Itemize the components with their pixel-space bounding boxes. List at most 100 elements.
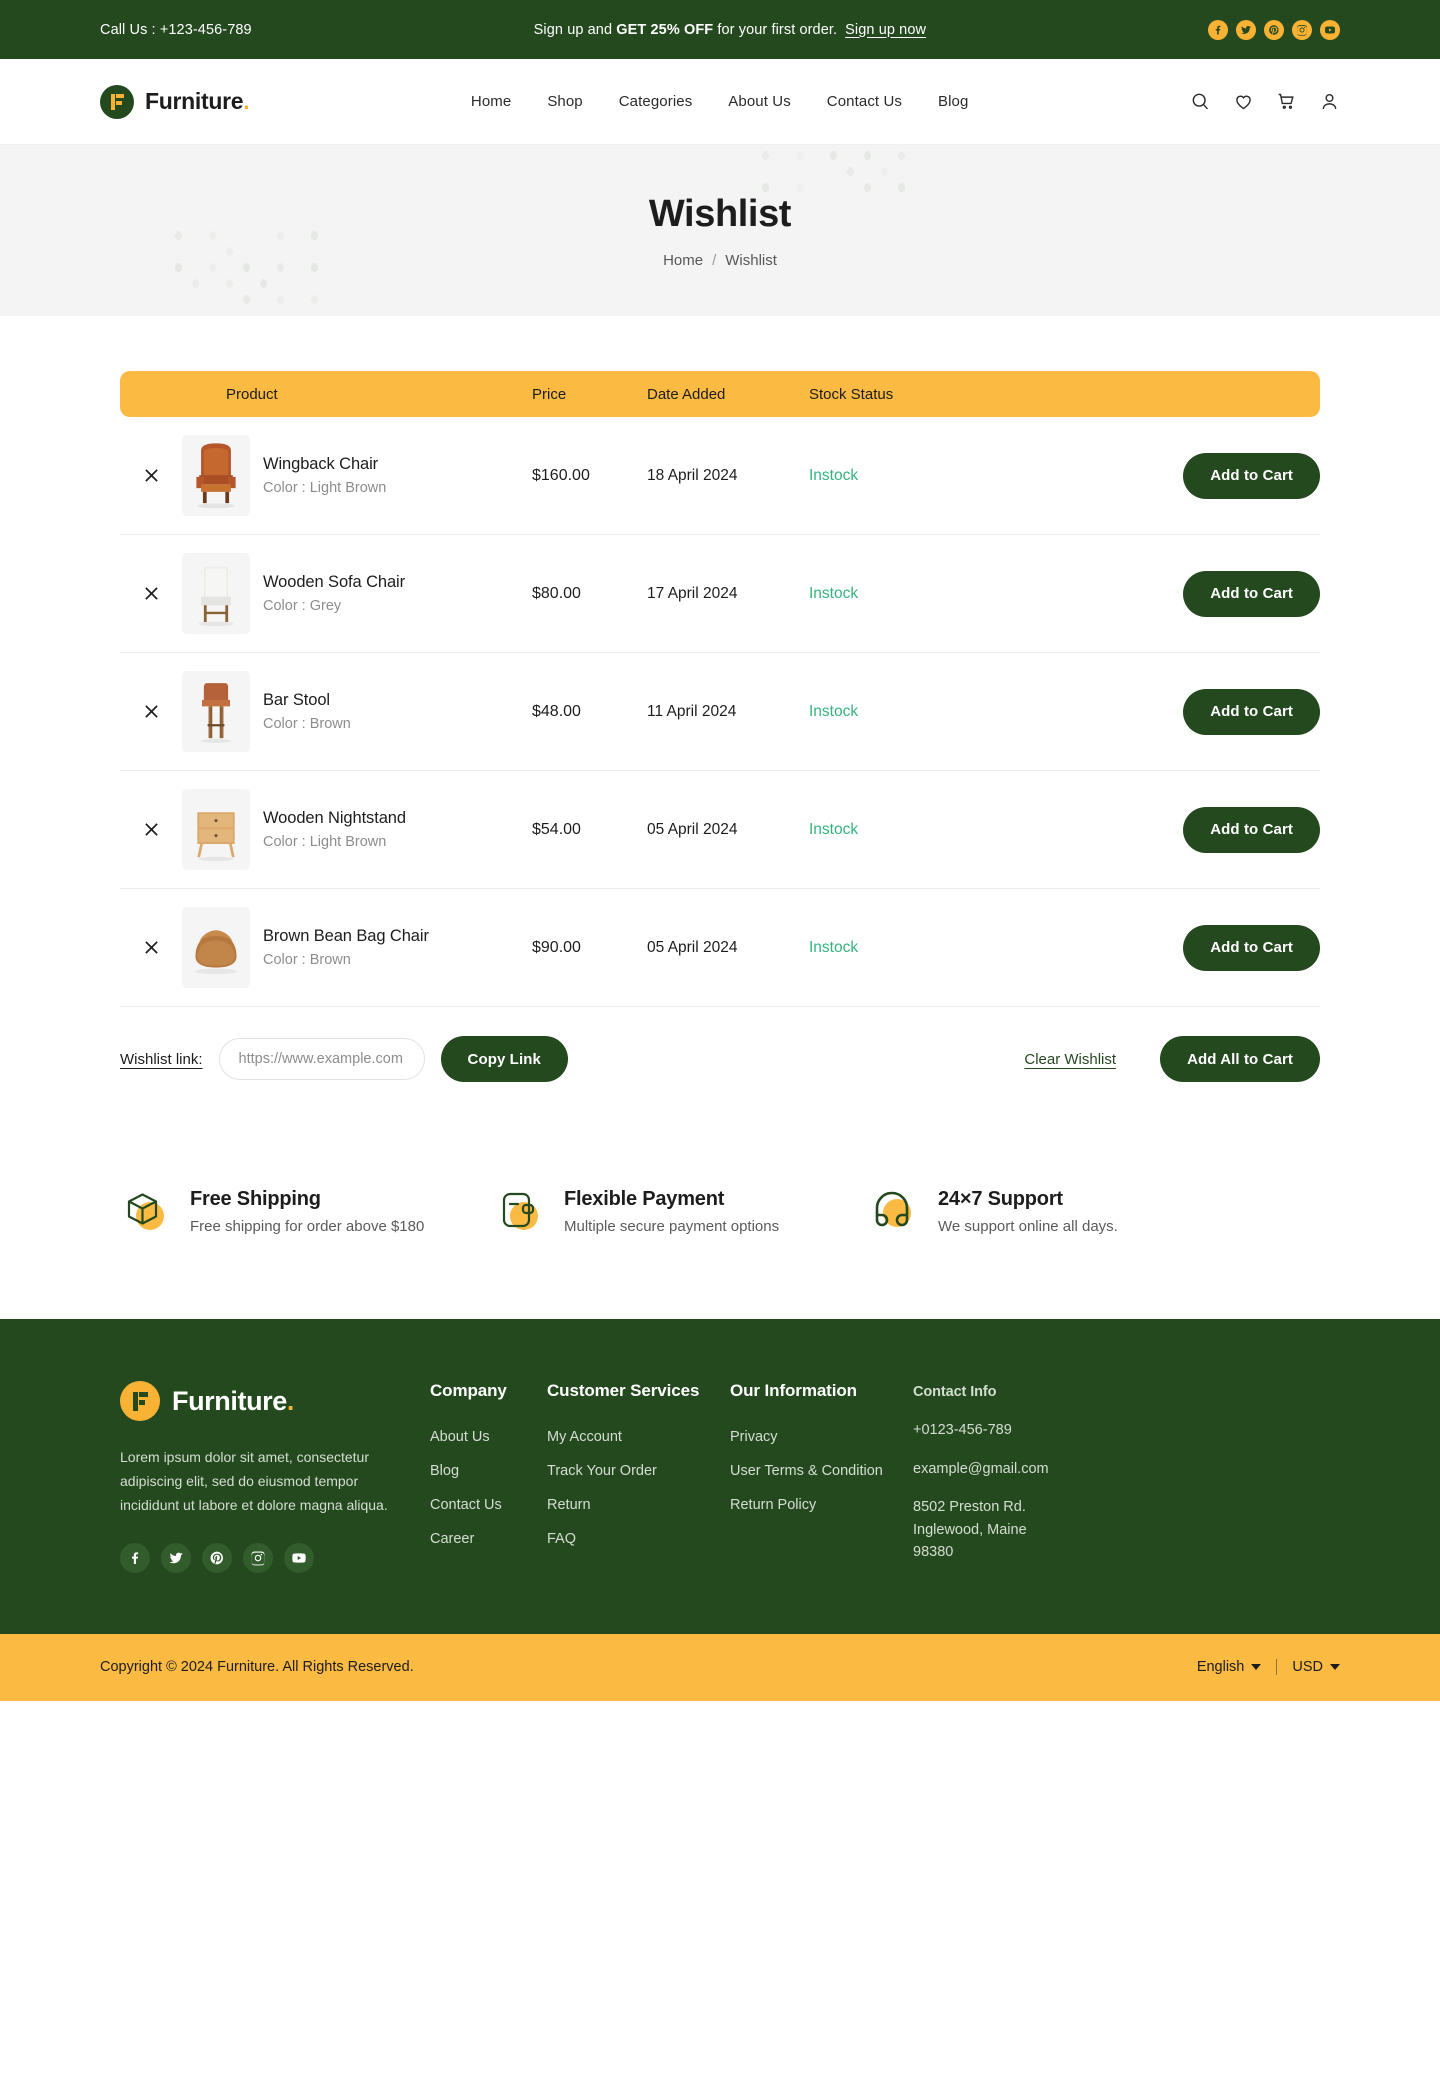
pinterest-icon[interactable] <box>1264 20 1284 40</box>
footer-link-my-account[interactable]: My Account <box>547 1429 622 1445</box>
add-to-cart-button[interactable]: Add to Cart <box>1183 689 1320 735</box>
list-item: User Terms & Condition <box>730 1462 913 1480</box>
product-name: Wingback Chair <box>263 455 386 474</box>
product-date-added: 17 April 2024 <box>647 585 809 603</box>
instagram-icon[interactable] <box>1292 20 1312 40</box>
add-to-cart-button[interactable]: Add to Cart <box>1183 453 1320 499</box>
add-to-cart-button[interactable]: Add to Cart <box>1183 807 1320 853</box>
footer-column-heading: Customer Services <box>547 1381 730 1401</box>
nav-item-blog[interactable]: Blog <box>938 93 968 110</box>
nav-item-about-us[interactable]: About Us <box>728 93 791 110</box>
table-row: Wingback Chair Color : Light Brown $160.00… <box>120 417 1320 535</box>
footer-column-contact-info: Contact Info +0123-456-789 example@gmail… <box>913 1381 1063 1580</box>
main-navigation: Home Shop Categories About Us Contact Us… <box>471 93 969 110</box>
product-price: $160.00 <box>532 467 647 485</box>
footer-social-links <box>120 1543 430 1573</box>
footer-contact-email[interactable]: example@gmail.com <box>913 1458 1063 1480</box>
language-selector[interactable]: English <box>1197 1659 1262 1675</box>
remove-item-button[interactable] <box>120 704 182 719</box>
footer-contact-address: 8502 Preston Rd. Inglewood, Maine 98380 <box>913 1496 1063 1563</box>
header-product: Product <box>182 386 532 403</box>
site-footer: Furniture. Lorem ipsum dolor sit amet, c… <box>0 1319 1440 1634</box>
list-item: Return <box>547 1496 730 1514</box>
product-date-added: 05 April 2024 <box>647 821 809 839</box>
footer-contact-phone[interactable]: +0123-456-789 <box>913 1419 1063 1441</box>
pinterest-icon[interactable] <box>202 1543 232 1573</box>
remove-item-button[interactable] <box>120 940 182 955</box>
product-name: Brown Bean Bag Chair <box>263 927 429 946</box>
remove-item-button[interactable] <box>120 822 182 837</box>
footer-link-track-your-order[interactable]: Track Your Order <box>547 1463 657 1479</box>
breadcrumb-home[interactable]: Home <box>663 252 703 269</box>
twitter-icon[interactable] <box>1236 20 1256 40</box>
status-badge: Instock <box>809 821 971 839</box>
youtube-icon[interactable] <box>1320 20 1340 40</box>
promo-prefix: Sign up and <box>534 22 617 38</box>
nav-item-shop[interactable]: Shop <box>547 93 582 110</box>
sign-up-now-link[interactable]: Sign up now <box>845 22 926 38</box>
footer-link-contact-us[interactable]: Contact Us <box>430 1497 502 1513</box>
footer-column-our-information: Our Information Privacy User Terms & Con… <box>730 1381 913 1580</box>
remove-item-button[interactable] <box>120 586 182 601</box>
instagram-icon[interactable] <box>243 1543 273 1573</box>
row-action: Add to Cart <box>971 571 1320 617</box>
search-icon[interactable] <box>1190 91 1211 112</box>
status-badge: Instock <box>809 703 971 721</box>
breadcrumb-current: Wishlist <box>725 252 777 269</box>
currency-value: USD <box>1292 1659 1323 1675</box>
cart-icon[interactable] <box>1276 91 1297 112</box>
language-value: English <box>1197 1659 1245 1675</box>
row-action: Add to Cart <box>971 689 1320 735</box>
product-price: $90.00 <box>532 939 647 957</box>
wishlist-link-label: Wishlist link: <box>120 1051 203 1068</box>
footer-brand-block: Furniture. Lorem ipsum dolor sit amet, c… <box>120 1381 430 1580</box>
product-price: $48.00 <box>532 703 647 721</box>
add-all-to-cart-button[interactable]: Add All to Cart <box>1160 1036 1320 1082</box>
remove-item-button[interactable] <box>120 468 182 483</box>
footer-link-return[interactable]: Return <box>547 1497 591 1513</box>
account-icon[interactable] <box>1319 91 1340 112</box>
site-logo[interactable]: Furniture. <box>100 85 249 119</box>
footer-logo[interactable]: Furniture. <box>120 1381 430 1421</box>
footer-link-privacy[interactable]: Privacy <box>730 1429 778 1445</box>
footer-link-faq[interactable]: FAQ <box>547 1531 576 1547</box>
footer-link-blog[interactable]: Blog <box>430 1463 459 1479</box>
copy-link-button[interactable]: Copy Link <box>441 1036 568 1082</box>
nav-item-contact-us[interactable]: Contact Us <box>827 93 902 110</box>
wishlist-heart-icon[interactable] <box>1233 91 1254 112</box>
product-name: Wooden Nightstand <box>263 809 406 828</box>
list-item: Career <box>430 1530 547 1548</box>
product-date-added: 11 April 2024 <box>647 703 809 721</box>
nav-item-home[interactable]: Home <box>471 93 511 110</box>
wishlist-table: Product Price Date Added Stock Status Wi… <box>120 371 1320 1007</box>
footer-link-return-policy[interactable]: Return Policy <box>730 1497 816 1513</box>
list-item: Contact Us <box>430 1496 547 1514</box>
add-to-cart-button[interactable]: Add to Cart <box>1183 571 1320 617</box>
wishlist-link-input[interactable] <box>219 1038 425 1080</box>
footer-link-career[interactable]: Career <box>430 1531 474 1547</box>
facebook-icon[interactable] <box>1208 20 1228 40</box>
list-item: About Us <box>430 1428 547 1446</box>
facebook-icon[interactable] <box>120 1543 150 1573</box>
separator <box>1276 1659 1277 1675</box>
youtube-icon[interactable] <box>284 1543 314 1573</box>
product-name: Wooden Sofa Chair <box>263 573 405 592</box>
product-date-added: 18 April 2024 <box>647 467 809 485</box>
feature-free-shipping: Free Shipping Free shipping for order ab… <box>120 1185 494 1237</box>
twitter-icon[interactable] <box>161 1543 191 1573</box>
footer-link-user-terms[interactable]: User Terms & Condition <box>730 1463 883 1479</box>
wishlist-section: Product Price Date Added Stock Status Wi… <box>0 316 1440 1319</box>
logo-mark-icon <box>120 1381 160 1421</box>
footer-link-about-us[interactable]: About Us <box>430 1429 490 1445</box>
feature-subtitle: We support online all days. <box>938 1218 1118 1235</box>
footer-column-customer-services: Customer Services My Account Track Your … <box>547 1381 730 1580</box>
product-date-added: 05 April 2024 <box>647 939 809 957</box>
clear-wishlist-link[interactable]: Clear Wishlist <box>1024 1051 1116 1068</box>
copyright-text: Copyright © 2024 Furniture. All Rights R… <box>100 1659 414 1675</box>
currency-selector[interactable]: USD <box>1292 1659 1340 1675</box>
nav-item-categories[interactable]: Categories <box>619 93 693 110</box>
row-action: Add to Cart <box>971 925 1320 971</box>
list-item: Privacy <box>730 1428 913 1446</box>
feature-title: 24×7 Support <box>938 1188 1118 1211</box>
add-to-cart-button[interactable]: Add to Cart <box>1183 925 1320 971</box>
